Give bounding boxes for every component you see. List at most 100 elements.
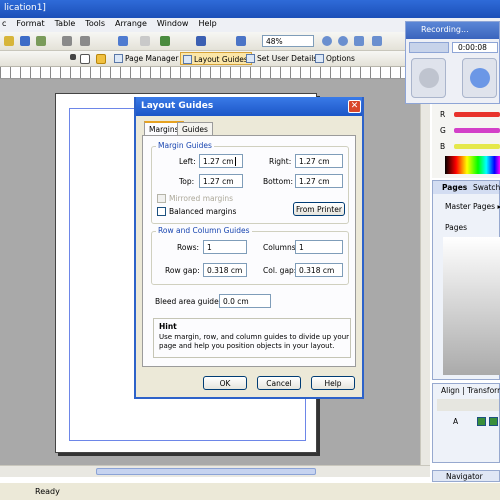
horizontal-ruler xyxy=(0,67,430,79)
mirrored-margins-checkbox[interactable] xyxy=(157,194,166,203)
window-title: lication1] xyxy=(4,3,46,13)
red-channel-slider[interactable] xyxy=(454,112,500,117)
zoom-in-icon[interactable] xyxy=(322,36,332,46)
save-icon[interactable] xyxy=(20,36,30,46)
pause-button[interactable] xyxy=(462,58,497,98)
col-gap-label: Col. gap: xyxy=(263,266,297,275)
frame-icon[interactable] xyxy=(196,36,206,46)
horizontal-scroll-thumb[interactable] xyxy=(96,468,316,475)
layout-guides-icon xyxy=(183,55,192,64)
pages-panel-tabs: Pages Swatche xyxy=(433,181,500,194)
align-toolbar xyxy=(437,399,499,411)
pages-label: Pages xyxy=(445,223,468,232)
bleed-area-input[interactable]: 0.0 cm xyxy=(219,294,271,308)
menu-item-c[interactable]: c xyxy=(2,19,6,31)
layout-guides-button[interactable]: Layout Guides xyxy=(180,52,252,65)
tab-margins-label: Margins xyxy=(149,125,179,134)
recorder-time: 0:00:08 xyxy=(452,42,498,53)
bottom-label: Bottom: xyxy=(263,177,294,186)
page-manager-icon xyxy=(114,54,123,63)
recorder-titlebar[interactable]: Recording... xyxy=(406,22,499,39)
zoom-value: 48% xyxy=(266,37,283,46)
columns-label: Columns: xyxy=(263,243,299,252)
rows-input[interactable]: 1 xyxy=(203,240,247,254)
image-icon[interactable] xyxy=(140,36,150,46)
col-gap-input[interactable]: 0.318 cm xyxy=(295,263,343,277)
menu-item-window[interactable]: Window xyxy=(157,19,189,31)
row-gap-input[interactable]: 0.318 cm xyxy=(203,263,247,277)
layer-name: A xyxy=(453,417,459,426)
recorder-widget: Recording... 0:00:08 xyxy=(405,21,500,104)
page-thumbnail[interactable] xyxy=(443,237,500,375)
close-icon[interactable]: ✕ xyxy=(348,100,361,113)
left-margin-input[interactable]: 1.27 cm xyxy=(199,154,243,168)
green-channel-label: G xyxy=(440,126,446,135)
row-column-guides-label: Row and Column Guides xyxy=(156,226,252,235)
hint-title: Hint xyxy=(159,322,177,331)
master-pages-toggle[interactable]: Master Pages ▸ xyxy=(445,202,500,211)
options-label: Options xyxy=(326,54,355,63)
user-details-icon xyxy=(246,54,255,63)
print-icon[interactable] xyxy=(36,36,46,46)
layer-visible-checkbox[interactable] xyxy=(477,417,486,426)
select-icon[interactable] xyxy=(118,36,128,46)
page-icon[interactable] xyxy=(80,54,90,64)
zoom-icon[interactable] xyxy=(236,36,246,46)
tab-swatches[interactable]: Swatche xyxy=(473,183,500,192)
recorder-menu-button[interactable] xyxy=(409,42,449,53)
margin-guides-label: Margin Guides xyxy=(156,141,214,150)
top-margin-input[interactable]: 1.27 cm xyxy=(199,174,243,188)
menu-item-arrange[interactable]: Arrange xyxy=(115,19,147,31)
right-margin-input[interactable]: 1.27 cm xyxy=(295,154,343,168)
left-label: Left: xyxy=(179,157,196,166)
layout-guides-label: Layout Guides xyxy=(194,55,248,64)
redo-icon[interactable] xyxy=(80,36,90,46)
zoom-field[interactable]: 48% xyxy=(262,35,314,47)
color-spectrum[interactable] xyxy=(445,156,500,174)
menu-item-help[interactable]: Help xyxy=(198,19,216,31)
tab-guides[interactable]: Guides xyxy=(177,122,213,135)
from-printer-button[interactable]: From Printer xyxy=(293,202,345,216)
vertical-scrollbar[interactable] xyxy=(420,79,430,465)
window-titlebar: lication1] xyxy=(0,0,500,18)
dialog-title: Layout Guides xyxy=(141,101,214,111)
record-icon xyxy=(419,68,439,88)
options-button[interactable]: Options xyxy=(313,52,358,65)
cancel-button[interactable]: Cancel xyxy=(257,376,301,390)
zoom-out-icon[interactable] xyxy=(338,36,348,46)
layer-lock-checkbox[interactable] xyxy=(489,417,498,426)
menu-item-tools[interactable]: Tools xyxy=(85,19,105,31)
balanced-margins-checkbox[interactable] xyxy=(157,207,166,216)
dialog-titlebar[interactable]: Layout Guides xyxy=(136,97,362,116)
help-button[interactable]: Help xyxy=(311,376,355,390)
menu-item-format[interactable]: Format xyxy=(16,19,44,31)
set-user-details-label: Set User Details xyxy=(257,54,318,63)
bottom-margin-input[interactable]: 1.27 cm xyxy=(295,174,343,188)
help-icon[interactable] xyxy=(372,36,382,46)
tab-pages[interactable]: Pages xyxy=(442,183,467,192)
page-selected-icon[interactable] xyxy=(96,54,106,64)
align-panel-title[interactable]: Align | Transform | ... xyxy=(441,386,500,395)
ok-button[interactable]: OK xyxy=(203,376,247,390)
navigator-panel[interactable]: Navigator xyxy=(432,470,500,482)
blue-channel-slider[interactable] xyxy=(454,144,500,149)
recorder-title: Recording... xyxy=(421,25,469,34)
record-button[interactable] xyxy=(411,58,446,98)
recorder-time-value: 0:00:08 xyxy=(458,43,487,52)
bleed-area-label: Bleed area guides: xyxy=(155,297,226,306)
row-gap-label: Row gap: xyxy=(165,266,200,275)
top-label: Top: xyxy=(179,177,195,186)
green-channel-slider[interactable] xyxy=(454,128,500,133)
table-icon[interactable] xyxy=(160,36,170,46)
page-manager-button[interactable]: Page Manager xyxy=(112,52,181,65)
undo-icon[interactable] xyxy=(62,36,72,46)
dropdown-arrow-icon[interactable] xyxy=(70,54,76,60)
hand-icon[interactable] xyxy=(354,36,364,46)
tab-guides-label: Guides xyxy=(182,125,208,134)
menu-item-table[interactable]: Table xyxy=(55,19,76,31)
options-icon xyxy=(315,54,324,63)
columns-input[interactable]: 1 xyxy=(295,240,343,254)
pause-icon xyxy=(470,68,490,88)
folder-icon[interactable] xyxy=(4,36,14,46)
set-user-details-button[interactable]: Set User Details xyxy=(244,52,320,65)
